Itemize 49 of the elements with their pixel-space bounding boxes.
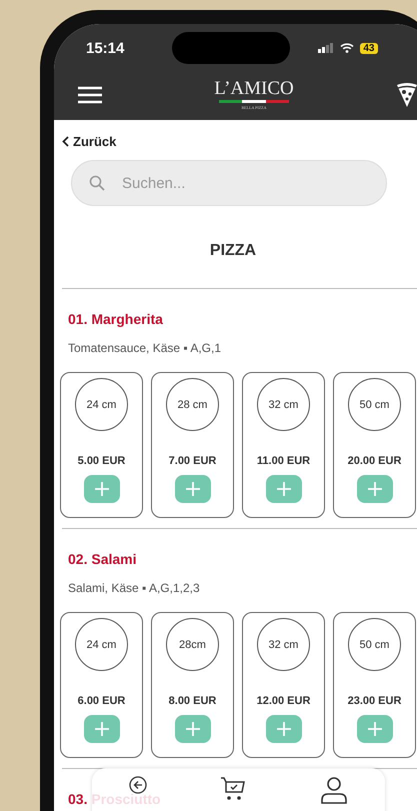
size-label: 32 cm	[257, 378, 310, 431]
plus-icon	[184, 721, 200, 737]
add-button[interactable]	[356, 475, 392, 503]
size-label: 24 cm	[75, 378, 128, 431]
add-button[interactable]	[84, 475, 120, 503]
size-label: 28cm	[166, 618, 219, 671]
pizza-ingredients: Salami, Käse ▪ A,G,1,2,3	[68, 581, 201, 595]
price-text: 6.00 EUR	[78, 695, 126, 707]
back-circle-icon[interactable]	[128, 776, 147, 794]
menu-icon[interactable]	[78, 86, 102, 104]
cart-icon[interactable]	[220, 776, 246, 802]
battery-level: 43	[360, 42, 378, 54]
size-label: 24 cm	[75, 618, 128, 671]
add-button[interactable]	[174, 475, 210, 503]
pizza-title: 02. Salami	[68, 551, 136, 567]
plus-icon	[276, 481, 292, 497]
status-time: 15:14	[86, 40, 124, 56]
size-label: 50 cm	[348, 378, 401, 431]
user-icon[interactable]	[320, 776, 348, 804]
plus-icon	[276, 721, 292, 737]
plus-icon	[184, 481, 200, 497]
add-button[interactable]	[174, 715, 210, 743]
add-button[interactable]	[266, 715, 302, 743]
price-text: 12.00 EUR	[256, 695, 310, 707]
pizza-ingredients: Tomatensauce, Käse ▪ A,G,1	[68, 341, 222, 355]
plus-icon	[94, 721, 110, 737]
plus-icon	[94, 481, 110, 497]
size-label: 50 cm	[348, 618, 401, 671]
back-link[interactable]: Zurück	[62, 134, 116, 149]
price-text: 7.00 EUR	[168, 455, 216, 467]
signal-icon	[318, 43, 334, 53]
search-field[interactable]: Suchen...	[71, 160, 387, 206]
add-button[interactable]	[356, 715, 392, 743]
price-text: 20.00 EUR	[348, 455, 402, 467]
wifi-icon	[340, 43, 354, 53]
pizza-title: 01. Margherita	[68, 311, 163, 327]
chevron-left-icon	[62, 136, 69, 147]
plus-icon	[366, 721, 382, 737]
plus-icon	[366, 481, 382, 497]
pizza-slice-icon[interactable]	[396, 82, 417, 108]
price-text: 11.00 EUR	[256, 455, 310, 467]
size-label: 28 cm	[166, 378, 219, 431]
add-button[interactable]	[266, 475, 302, 503]
size-label: 32 cm	[257, 618, 310, 671]
add-button[interactable]	[84, 715, 120, 743]
price-text: 23.00 EUR	[348, 695, 402, 707]
category-heading: PIZZA	[208, 242, 258, 260]
price-text: 8.00 EUR	[168, 695, 216, 707]
price-text: 5.00 EUR	[78, 455, 126, 467]
